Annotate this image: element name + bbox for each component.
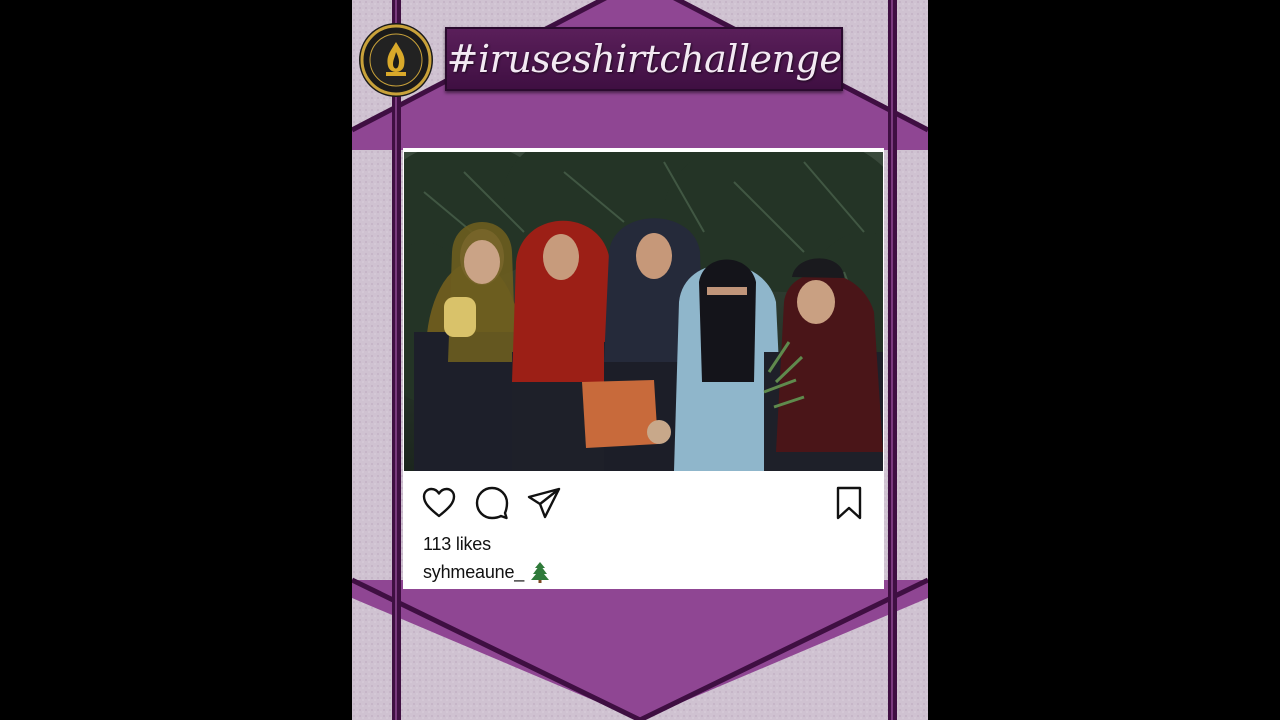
post-photo[interactable] bbox=[404, 152, 883, 471]
likes-count[interactable]: 113 likes bbox=[423, 534, 491, 555]
post-action-bar bbox=[403, 471, 884, 531]
heart-icon[interactable] bbox=[421, 485, 457, 521]
hashtag-title: #iruseshirtchallenge bbox=[446, 37, 842, 81]
comment-bubble-icon[interactable] bbox=[474, 485, 510, 521]
caption-username[interactable]: syhmeaune_ bbox=[423, 562, 524, 583]
tree-emoji-icon bbox=[531, 562, 550, 583]
video-frame: #iruseshirtchallenge 113 likes syhmeaune… bbox=[0, 0, 1280, 720]
instagram-post-card: 113 likes syhmeaune_ bbox=[403, 148, 884, 589]
hashtag-banner: #iruseshirtchallenge bbox=[445, 27, 843, 91]
golden-emblem-icon bbox=[359, 23, 433, 97]
bookmark-icon[interactable] bbox=[831, 485, 867, 521]
paper-plane-icon[interactable] bbox=[526, 485, 562, 521]
post-caption: syhmeaune_ bbox=[423, 561, 550, 583]
